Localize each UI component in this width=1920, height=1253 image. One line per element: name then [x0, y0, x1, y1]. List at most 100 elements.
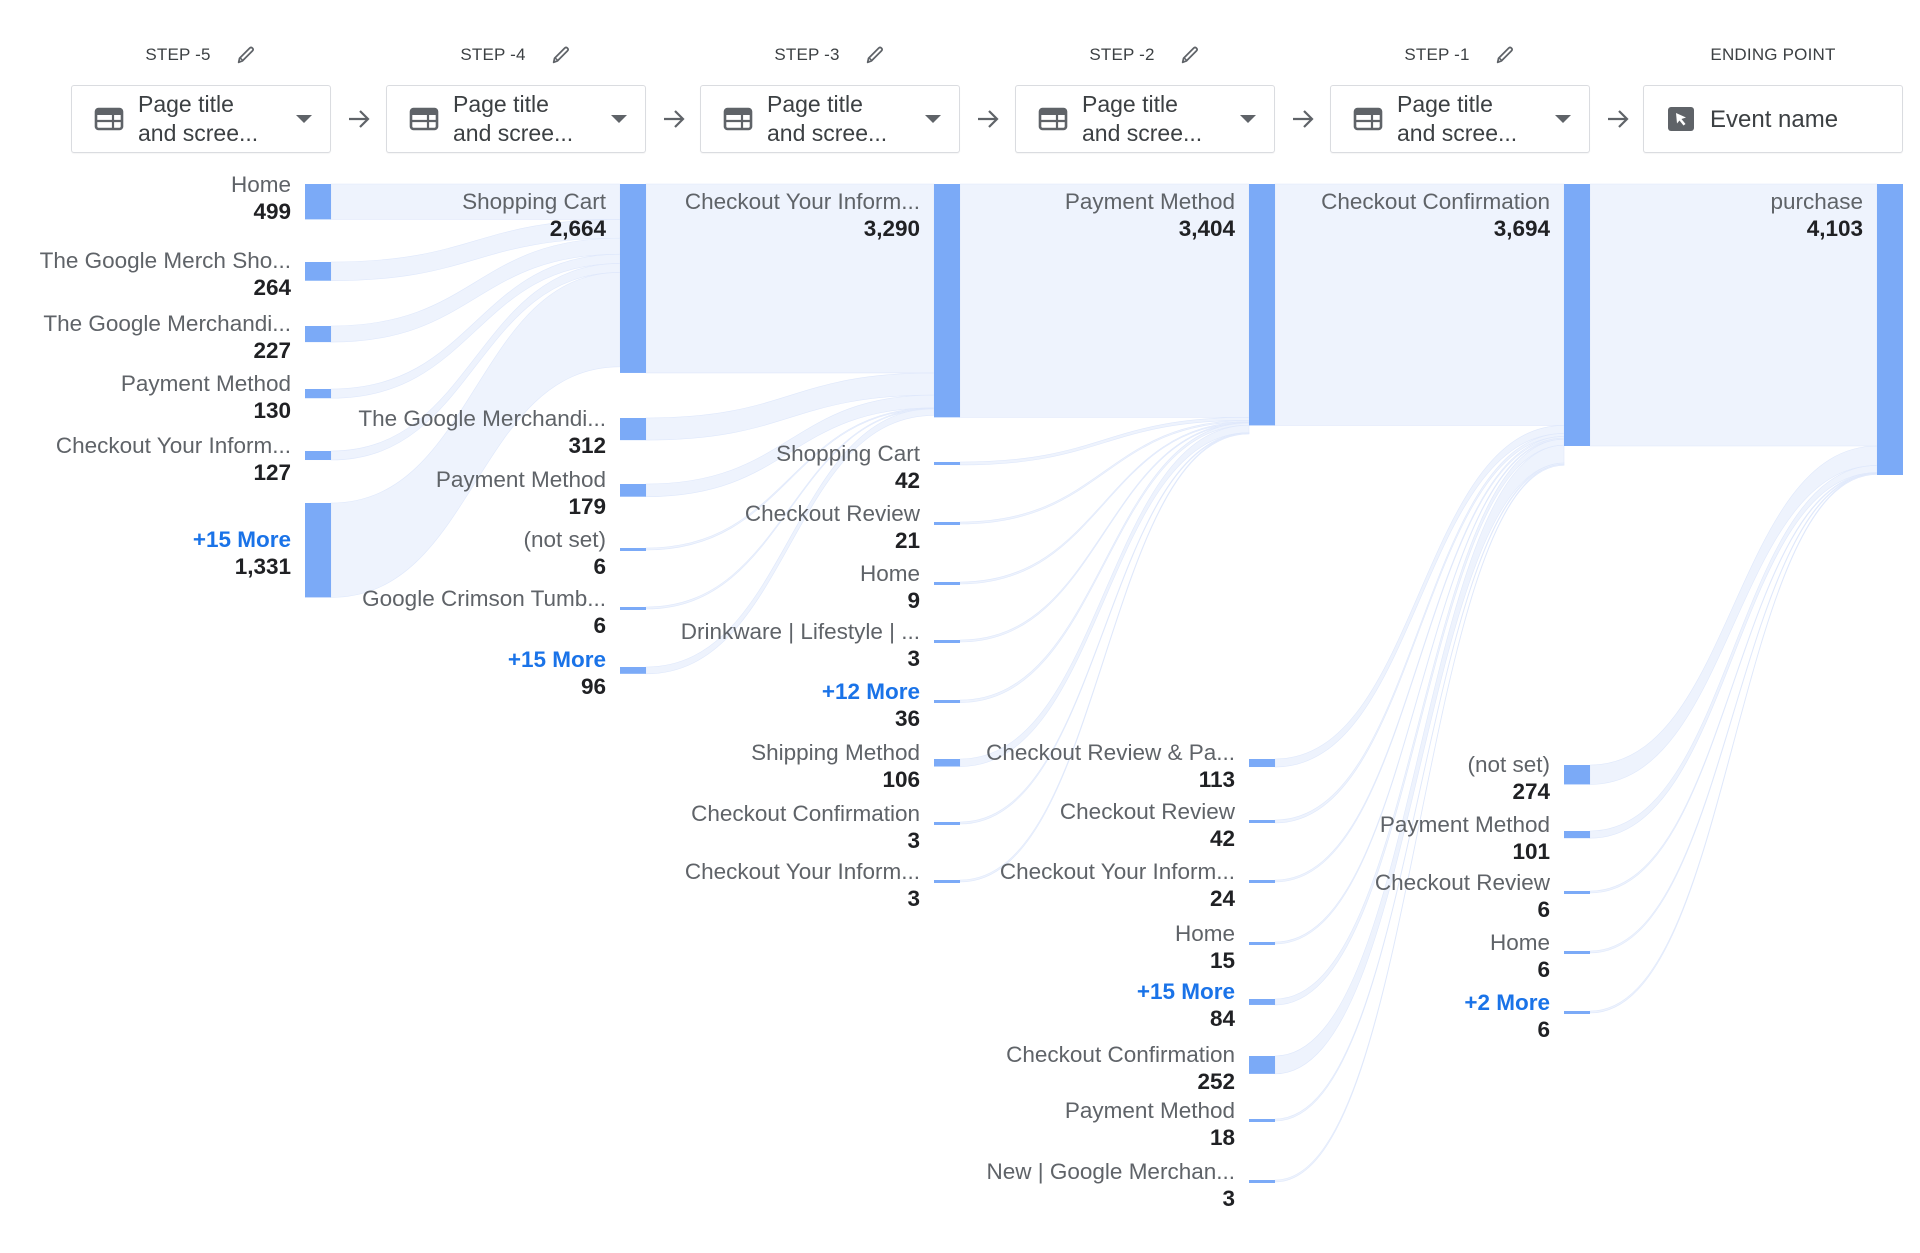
more-nodes-link[interactable]: +15 More 96: [306, 646, 606, 700]
dropdown-caret-icon[interactable]: [925, 115, 941, 123]
node-value: 6: [1537, 956, 1550, 982]
node-value: 6: [593, 553, 606, 579]
more-nodes-link[interactable]: +15 More 84: [935, 978, 1235, 1032]
table-icon: [94, 104, 124, 134]
node-name: Checkout Review: [744, 500, 920, 526]
dimension-label-line2: and scree...: [138, 120, 259, 146]
node-name: Shopping Cart: [776, 440, 920, 466]
node-value: 18: [1209, 1124, 1235, 1150]
dimension-dropdown-3[interactable]: Page title and scree...: [700, 85, 960, 153]
dimension-dropdown-2[interactable]: Page title and scree...: [386, 85, 646, 153]
edit-step-pencil-icon[interactable]: [1179, 44, 1201, 66]
node-bar[interactable]: [1564, 831, 1590, 839]
node-value: 3,404: [1178, 216, 1235, 241]
edit-step-pencil-icon[interactable]: [864, 44, 886, 66]
ending-point-dimension[interactable]: Event name: [1643, 85, 1903, 153]
dimension-label-line2: and scree...: [1397, 120, 1518, 146]
node-name: (not set): [523, 526, 606, 552]
node-label: Checkout Confirmation 3,694: [1250, 188, 1550, 242]
more-link-label[interactable]: +12 More: [620, 678, 920, 705]
edit-step-pencil-icon[interactable]: [550, 44, 572, 66]
more-nodes-link[interactable]: +12 More 36: [620, 678, 920, 732]
step-header-label: STEP -3: [774, 45, 840, 64]
edit-step-pencil-icon[interactable]: [235, 44, 257, 66]
node-bar[interactable]: [934, 640, 960, 643]
node-bar[interactable]: [1564, 891, 1590, 894]
node-bar[interactable]: [934, 700, 960, 703]
dimension-label: Page title and scree...: [453, 90, 611, 148]
node-name: Checkout Confirmation: [1321, 189, 1550, 214]
node-label: Checkout Confirmation 3: [620, 800, 920, 854]
node-name: Payment Method: [120, 370, 291, 396]
node-value: 3: [907, 885, 920, 911]
dimension-dropdown-5[interactable]: Page title and scree...: [1330, 85, 1590, 153]
node-bar[interactable]: [305, 389, 331, 399]
node-label: (not set) 6: [306, 526, 606, 580]
node-value: 3: [907, 645, 920, 671]
node-label: Shipping Method 106: [620, 739, 920, 793]
node-label: Shopping Cart 2,664: [306, 188, 606, 242]
dropdown-caret-icon[interactable]: [611, 115, 627, 123]
node-label: Checkout Review 21: [620, 500, 920, 554]
node-bar[interactable]: [1877, 184, 1903, 475]
dimension-label: Page title and scree...: [138, 90, 296, 148]
more-link-label[interactable]: +2 More: [1250, 989, 1550, 1016]
node-label: Checkout Review 6: [1250, 869, 1550, 923]
node-value: 96: [580, 674, 606, 700]
dropdown-caret-icon[interactable]: [1240, 115, 1256, 123]
node-value: 15: [1209, 947, 1235, 973]
dimension-label-line1: Page title: [767, 91, 863, 117]
dimension-label-line2: and scree...: [767, 120, 888, 146]
node-name: Checkout Review: [1374, 869, 1550, 895]
node-value: 6: [1537, 896, 1550, 922]
flow-link: [1589, 472, 1878, 954]
dropdown-caret-icon[interactable]: [296, 115, 312, 123]
edit-step-pencil-icon[interactable]: [1494, 44, 1516, 66]
dimension-dropdown-4[interactable]: Page title and scree...: [1015, 85, 1275, 153]
step-header-label: STEP -2: [1089, 45, 1155, 64]
node-bar[interactable]: [1564, 951, 1590, 954]
node-value: 3,694: [1493, 216, 1550, 241]
node-label: purchase 4,103: [1563, 188, 1863, 242]
step-header-1: STEP -5: [71, 40, 331, 70]
more-nodes-link[interactable]: +2 More 6: [1250, 989, 1550, 1043]
node-label: Payment Method 18: [935, 1097, 1235, 1151]
node-value: 9: [907, 587, 920, 613]
flow-link: [959, 422, 1250, 703]
more-nodes-link[interactable]: +15 More 1,331: [0, 526, 291, 580]
node-bar[interactable]: [934, 582, 960, 585]
node-name: purchase: [1770, 189, 1863, 214]
node-bar[interactable]: [305, 262, 331, 281]
more-link-label[interactable]: +15 More: [0, 526, 291, 553]
node-label: Checkout Review & Pa... 113: [935, 739, 1235, 793]
flow-link: [1589, 472, 1878, 894]
node-label: Payment Method 179: [306, 466, 606, 520]
dimension-label: Page title and scree...: [767, 90, 925, 148]
more-link-label[interactable]: +15 More: [935, 978, 1235, 1005]
dimension-dropdown-1[interactable]: Page title and scree...: [71, 85, 331, 153]
node-bar[interactable]: [1564, 765, 1590, 785]
node-label: Home 6: [1250, 929, 1550, 983]
node-bar[interactable]: [305, 326, 331, 343]
table-icon: [409, 104, 439, 134]
step-header-6: ENDING POINT: [1643, 40, 1903, 70]
node-bar[interactable]: [934, 522, 960, 525]
node-bar[interactable]: [1564, 1011, 1590, 1014]
more-link-label[interactable]: +15 More: [306, 646, 606, 673]
node-bar[interactable]: [1249, 1056, 1275, 1074]
node-bar[interactable]: [934, 462, 960, 465]
step-arrow-icon: [1289, 104, 1317, 134]
node-value: 312: [568, 433, 606, 459]
node-name: The Google Merchandi...: [43, 311, 291, 337]
node-value: 3: [1222, 1185, 1235, 1211]
cursor-click-icon: [1666, 104, 1696, 134]
node-bar[interactable]: [1249, 1180, 1275, 1183]
node-bar[interactable]: [620, 418, 646, 441]
step-arrow-icon: [1604, 104, 1632, 134]
node-label: Checkout Confirmation 252: [935, 1041, 1235, 1095]
node-label: Checkout Your Inform... 3,290: [620, 188, 920, 242]
node-bar[interactable]: [1249, 1119, 1275, 1122]
node-name: Payment Method: [435, 467, 606, 493]
node-value: 252: [1197, 1068, 1235, 1094]
dropdown-caret-icon[interactable]: [1555, 115, 1571, 123]
